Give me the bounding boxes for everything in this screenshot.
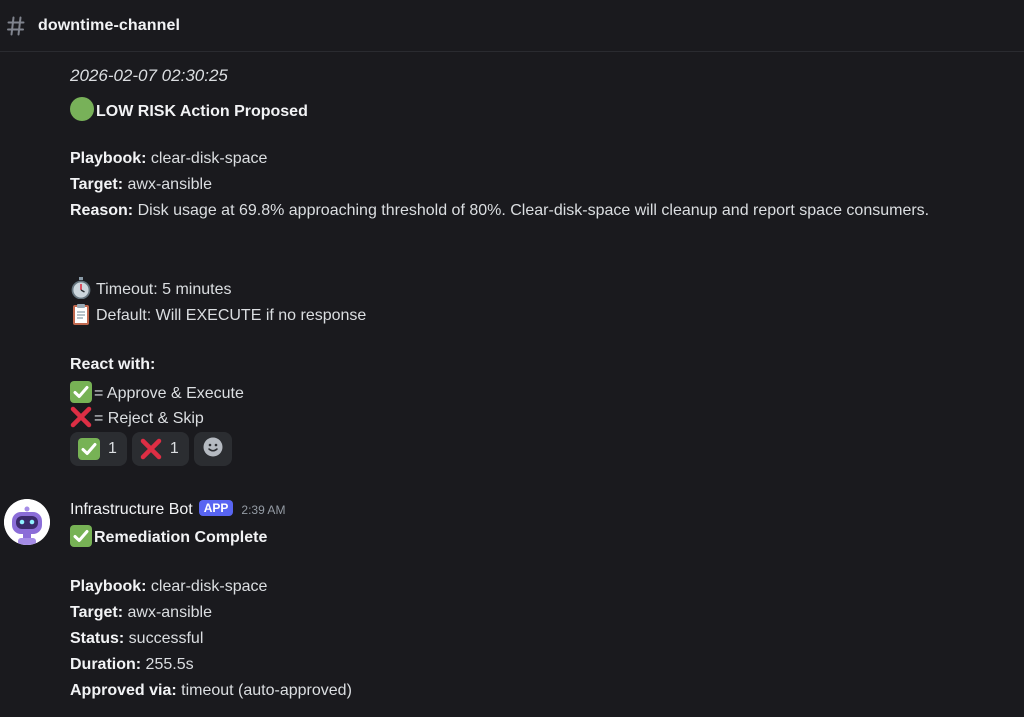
reject-line: = Reject & Skip (70, 406, 204, 429)
cross-mark-icon (140, 438, 162, 460)
title-text: LOW RISK Action Proposed (96, 103, 308, 120)
playbook-label: Playbook: (70, 150, 147, 167)
duration-label: Duration: (70, 656, 142, 673)
reaction-count: 1 (108, 440, 117, 457)
channel-name[interactable]: downtime-channel (38, 17, 180, 35)
approved-via-line: Approved via: timeout (auto-approved) (70, 681, 352, 701)
add-reaction-button[interactable] (193, 432, 232, 466)
approve-line: = Approve & Execute (70, 381, 244, 404)
playbook-label: Playbook: (70, 578, 147, 595)
status-line: Status: successful (70, 629, 203, 649)
reaction-count: 1 (169, 440, 179, 457)
timeout-line: Timeout: 5 minutes (70, 277, 231, 300)
playbook-value: clear-disk-space (146, 578, 268, 595)
message-title: Remediation Complete (70, 525, 267, 548)
target-label: Target: (70, 604, 124, 621)
playbook-value: clear-disk-space (146, 150, 268, 167)
reactions-bar: 1 1 (70, 432, 232, 466)
check-mark-icon (78, 438, 100, 460)
target-value: awx-ansible (123, 176, 212, 193)
target-line: Target: awx-ansible (70, 175, 212, 195)
check-mark-icon (70, 525, 92, 547)
reason-value: Disk usage at 69.8% approaching threshol… (133, 202, 930, 219)
reason-line: Reason: Disk usage at 69.8% approaching … (70, 201, 929, 221)
duration-line: Duration: 255.5s (70, 655, 194, 675)
message-time: 2:39 AM (241, 503, 286, 517)
status-label: Status: (70, 630, 125, 647)
clipboard-icon (70, 303, 92, 325)
approved-via-value: timeout (auto-approved) (176, 682, 352, 699)
default-line: Default: Will EXECUTE if no response (70, 303, 366, 326)
channel-header: downtime-channel (0, 0, 1024, 52)
playbook-line: Playbook: clear-disk-space (70, 577, 267, 597)
smiley-icon (203, 437, 223, 462)
reaction-reject[interactable]: 1 (131, 432, 189, 466)
playbook-line: Playbook: clear-disk-space (70, 149, 267, 169)
react-heading: React with: (70, 356, 156, 373)
reaction-approve[interactable]: 1 (70, 432, 127, 466)
duration-value: 255.5s (141, 656, 194, 673)
green-circle-icon (70, 97, 94, 121)
message-header: Infrastructure Bot APP 2:39 AM (70, 500, 285, 520)
target-label: Target: (70, 176, 124, 193)
status-value: successful (124, 630, 204, 647)
avatar[interactable] (4, 499, 50, 545)
reason-label: Reason: (70, 202, 134, 219)
message-timestamp: 2026-02-07 02:30:25 (70, 66, 228, 85)
check-mark-icon (70, 381, 92, 403)
author-name[interactable]: Infrastructure Bot (70, 501, 193, 518)
message-title: LOW RISK Action Proposed (70, 97, 308, 122)
app-badge: APP (198, 500, 234, 516)
stopwatch-icon (70, 277, 92, 300)
hash-icon (6, 15, 26, 37)
target-line: Target: awx-ansible (70, 603, 212, 623)
title-text: Remediation Complete (94, 529, 268, 546)
default-text: Default: Will EXECUTE if no response (96, 307, 367, 324)
cross-mark-icon (70, 406, 92, 428)
approve-text: = Approve & Execute (94, 385, 244, 402)
target-value: awx-ansible (123, 604, 212, 621)
reject-text: = Reject & Skip (94, 410, 204, 427)
approved-via-label: Approved via: (70, 682, 177, 699)
timeout-text: Timeout: 5 minutes (96, 281, 232, 298)
